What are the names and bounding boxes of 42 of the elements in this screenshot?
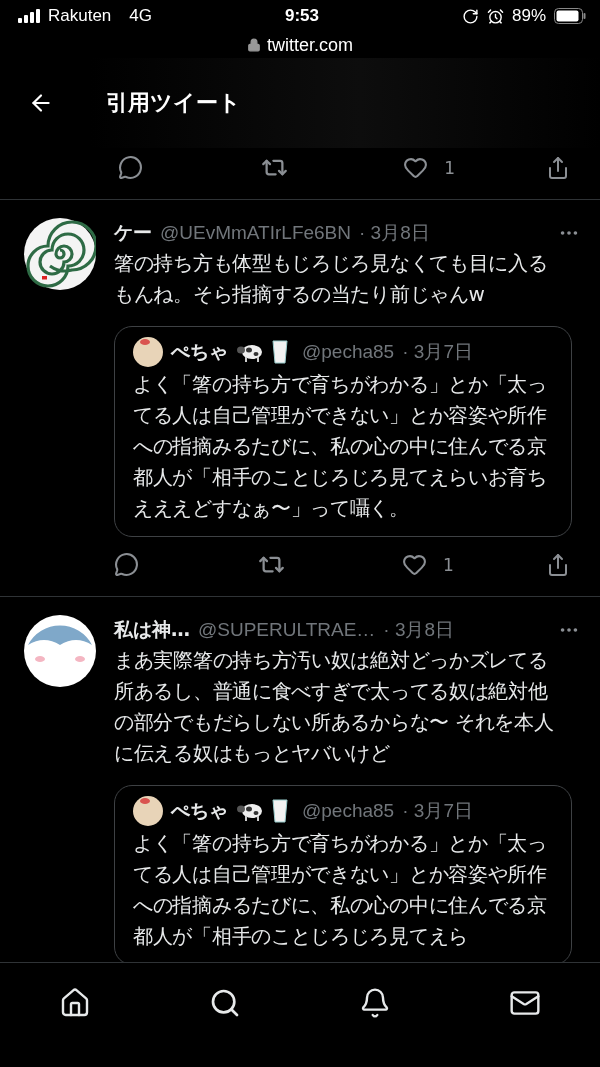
user-name: ケー: [114, 220, 152, 245]
like-count: 1: [443, 554, 454, 575]
lock-icon: [247, 38, 261, 52]
avatar: [24, 615, 96, 687]
user-handle: @UEvMmATIrLFe6BN: [160, 222, 351, 244]
user-handle: @SUPERULTRAE…: [198, 619, 376, 641]
battery-icon: [554, 8, 586, 24]
url-text: twitter.com: [267, 34, 353, 56]
home-button[interactable]: [59, 987, 91, 1019]
page-title: 引用ツイート: [106, 89, 241, 117]
avatar: [133, 337, 163, 367]
reply-icon[interactable]: [118, 155, 143, 180]
spiral-avatar: [24, 218, 96, 290]
tweet-date: · 3月8日: [359, 221, 430, 245]
user-handle: @pecha85: [302, 341, 395, 363]
tweet-date: · 3月7日: [402, 340, 473, 364]
bell-button[interactable]: [359, 987, 391, 1019]
network-type: 4G: [129, 6, 152, 26]
search-button[interactable]: [209, 987, 241, 1019]
tweet-date: · 3月8日: [383, 618, 455, 642]
battery-percent: 89%: [511, 6, 546, 26]
share-icon[interactable]: [546, 552, 570, 577]
glass-icon: [272, 799, 288, 823]
like-count: 1: [444, 157, 456, 178]
glass-icon: [272, 340, 288, 364]
signal-icon: [18, 9, 40, 23]
user-name: ぺちゃ: [171, 798, 228, 823]
like-icon[interactable]: [403, 155, 429, 180]
like-icon[interactable]: [402, 552, 427, 577]
user-name: ぺちゃ: [171, 339, 228, 364]
quoted-tweet-text: よく「箸の持ち方で育ちがわかる」とか「太ってる人は自己管理ができない」とか容姿や所作への指摘みるたびに、私の心の中に住んでる京都人が「相手のことじろじろ見てえらいお育ちえええどすなぁ〜」って囁く。: [133, 371, 548, 522]
tweet-date: · 3月7日: [402, 799, 473, 823]
avatar: [133, 796, 163, 826]
reply-icon[interactable]: [114, 552, 139, 577]
tweet-text: 箸の持ち方も体型もじろじろ見なくても目に入るもんね。そら指摘するの当たり前じゃんw: [114, 250, 549, 308]
user-handle: @pecha85: [302, 800, 395, 822]
clock-time: 9:53: [285, 6, 319, 26]
quoted-tweet-text: よく「箸の持ち方で育ちがわかる」とか「太ってる人は自己管理ができない」とか容姿や所作への指摘みるたびに、私の心の中に住んでる京都人が「相手のことじろじろ見てえら: [133, 830, 548, 950]
user-name: 私は神…: [114, 617, 190, 642]
tweet-text: まあ実際箸の持ち方汚い奴は絶対どっかズレてる所あるし、普通に食べすぎで太ってる奴は絶対他の部分でもだらしない所あるからな〜 それを本人に伝える奴はもっとヤバいけど: [114, 647, 555, 767]
carrier-name: Rakuten: [48, 6, 112, 26]
alarm-icon: [486, 7, 504, 25]
